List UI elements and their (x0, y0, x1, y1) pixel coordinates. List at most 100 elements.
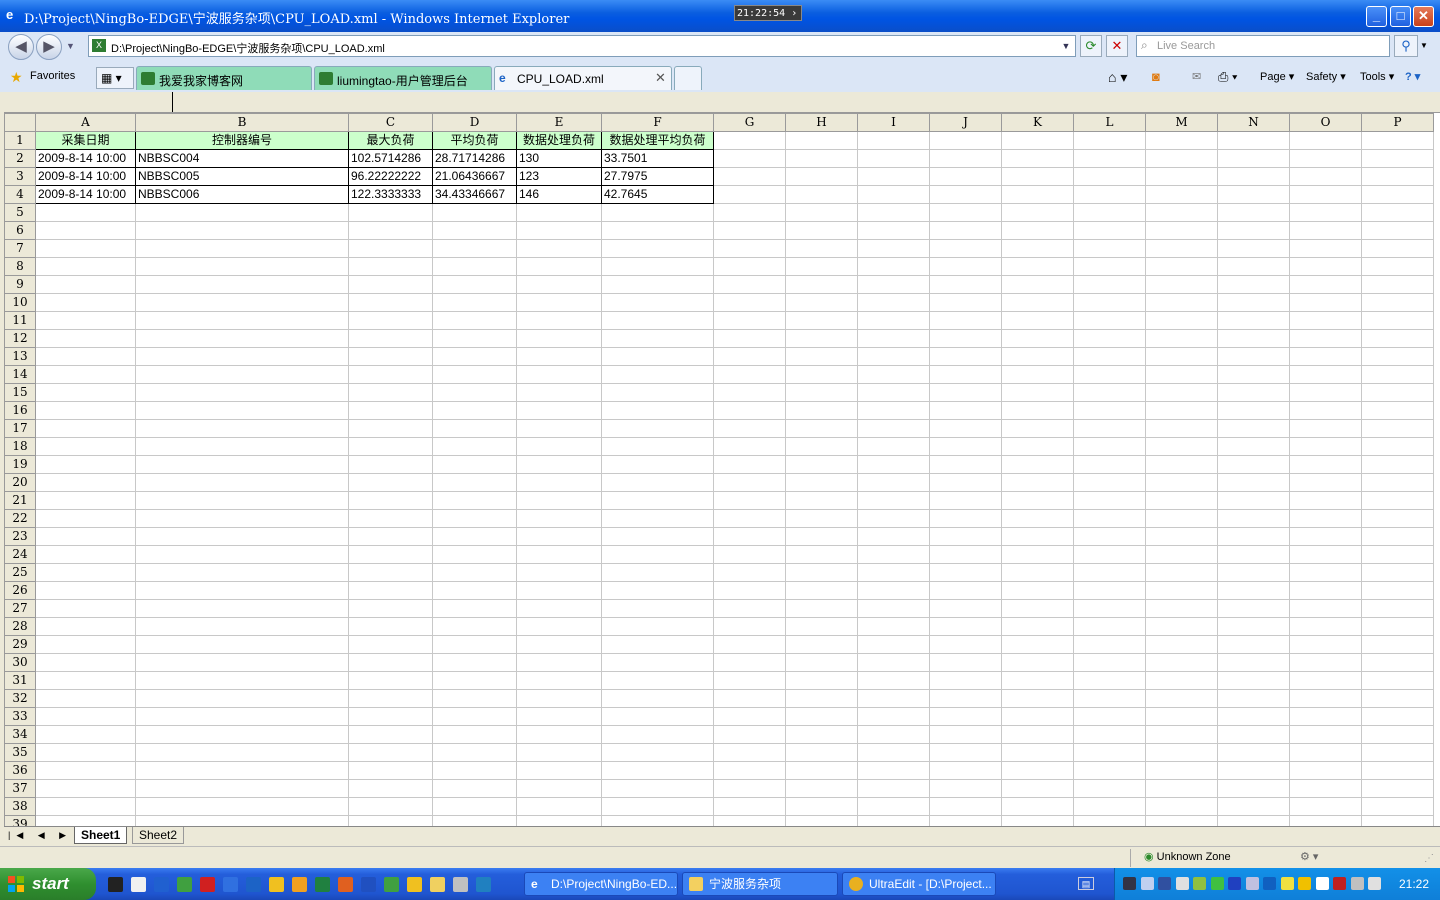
cell[interactable] (1145, 725, 1218, 744)
cell[interactable] (785, 239, 858, 258)
row-header[interactable]: 36 (4, 761, 36, 780)
cell[interactable] (713, 347, 786, 366)
cell[interactable] (432, 671, 517, 690)
cell[interactable] (857, 383, 930, 402)
cell[interactable] (35, 473, 136, 492)
cell[interactable] (785, 401, 858, 420)
cell[interactable] (601, 707, 714, 726)
cell[interactable] (1145, 743, 1218, 762)
cell[interactable] (1361, 509, 1434, 528)
acrobat-icon[interactable] (200, 877, 215, 892)
cell[interactable] (1289, 725, 1362, 744)
cell[interactable] (785, 653, 858, 672)
cell[interactable] (516, 725, 602, 744)
cell[interactable] (348, 689, 433, 708)
cell[interactable] (929, 689, 1002, 708)
task-ie-window[interactable]: e D:\Project\NingBo-ED... (524, 872, 678, 896)
cell[interactable] (929, 329, 1002, 348)
cell[interactable] (1145, 563, 1218, 582)
cell[interactable] (1073, 293, 1146, 312)
cell[interactable] (1217, 401, 1290, 420)
cell[interactable] (1361, 167, 1434, 186)
cell[interactable] (1217, 383, 1290, 402)
start-button[interactable]: start (0, 868, 96, 900)
cell[interactable] (516, 203, 602, 222)
cell[interactable] (348, 707, 433, 726)
cell[interactable] (1217, 653, 1290, 672)
task-ultraedit[interactable]: UltraEdit - [D:\Project... (842, 872, 996, 896)
cell[interactable] (1073, 401, 1146, 420)
cell[interactable] (432, 797, 517, 816)
row-header[interactable]: 11 (4, 311, 36, 330)
cell[interactable] (35, 743, 136, 762)
cell[interactable] (929, 365, 1002, 384)
cell[interactable] (1289, 491, 1362, 510)
cell[interactable] (1145, 455, 1218, 474)
cell[interactable] (929, 419, 1002, 438)
cell[interactable]: NBBSC004 (135, 149, 349, 168)
cell[interactable] (1217, 491, 1290, 510)
row-header[interactable]: 2 (4, 149, 36, 168)
cell[interactable] (135, 563, 349, 582)
cell[interactable] (785, 689, 858, 708)
cell[interactable]: 123 (516, 167, 602, 186)
cell[interactable] (1289, 329, 1362, 348)
cell[interactable] (1361, 761, 1434, 780)
cell[interactable] (929, 725, 1002, 744)
row-header[interactable]: 24 (4, 545, 36, 564)
app-icon[interactable] (1315, 877, 1329, 890)
cell[interactable]: 控制器编号 (135, 131, 349, 150)
cell[interactable] (1217, 149, 1290, 168)
cell[interactable] (1289, 797, 1362, 816)
app-icon[interactable] (384, 877, 399, 892)
cell[interactable] (432, 239, 517, 258)
cell[interactable] (35, 311, 136, 330)
cell[interactable] (1289, 509, 1362, 528)
app-icon[interactable] (131, 877, 146, 892)
cell[interactable] (1001, 599, 1074, 618)
cell[interactable]: 数据处理平均负荷 (601, 131, 714, 150)
cell[interactable] (857, 563, 930, 582)
tray-clock[interactable]: 21:22 (1399, 868, 1429, 900)
cell[interactable] (1289, 581, 1362, 600)
cell[interactable] (1001, 401, 1074, 420)
search-box[interactable]: ⌕ (1136, 35, 1390, 57)
cell[interactable] (857, 203, 930, 222)
cell[interactable] (35, 437, 136, 456)
cell[interactable] (1217, 743, 1290, 762)
cell[interactable] (1289, 167, 1362, 186)
cell[interactable]: 最大负荷 (348, 131, 433, 150)
cell[interactable] (1217, 365, 1290, 384)
cell[interactable] (1217, 689, 1290, 708)
cell[interactable] (516, 779, 602, 798)
cell[interactable] (516, 275, 602, 294)
cell[interactable]: NBBSC005 (135, 167, 349, 186)
cell[interactable] (135, 617, 349, 636)
cell[interactable] (348, 239, 433, 258)
cell[interactable] (785, 527, 858, 546)
cell[interactable] (516, 743, 602, 762)
maximize-button[interactable]: □ (1390, 6, 1411, 27)
cell[interactable] (1217, 455, 1290, 474)
cell[interactable] (857, 437, 930, 456)
cell[interactable] (601, 293, 714, 312)
cell[interactable] (1001, 527, 1074, 546)
cell[interactable] (785, 617, 858, 636)
cell[interactable] (601, 473, 714, 492)
spreadsheet-grid[interactable]: ABCDEFGHIJKLMNOP 1 采集日期 控制器编号 最大负荷 平均负荷 数据处理负… (4, 113, 1440, 827)
cell[interactable] (35, 509, 136, 528)
cell[interactable] (1001, 689, 1074, 708)
row-header[interactable]: 4 (4, 185, 36, 204)
cell[interactable] (785, 221, 858, 240)
cell[interactable] (348, 779, 433, 798)
cell[interactable] (516, 221, 602, 240)
column-header-m[interactable]: M (1145, 113, 1218, 132)
cell[interactable] (348, 473, 433, 492)
cell[interactable] (785, 185, 858, 204)
cell[interactable] (785, 545, 858, 564)
cell[interactable] (857, 185, 930, 204)
cell[interactable] (516, 383, 602, 402)
cell[interactable]: 28.71714286 (432, 149, 517, 168)
row-header[interactable]: 14 (4, 365, 36, 384)
cell[interactable] (929, 275, 1002, 294)
